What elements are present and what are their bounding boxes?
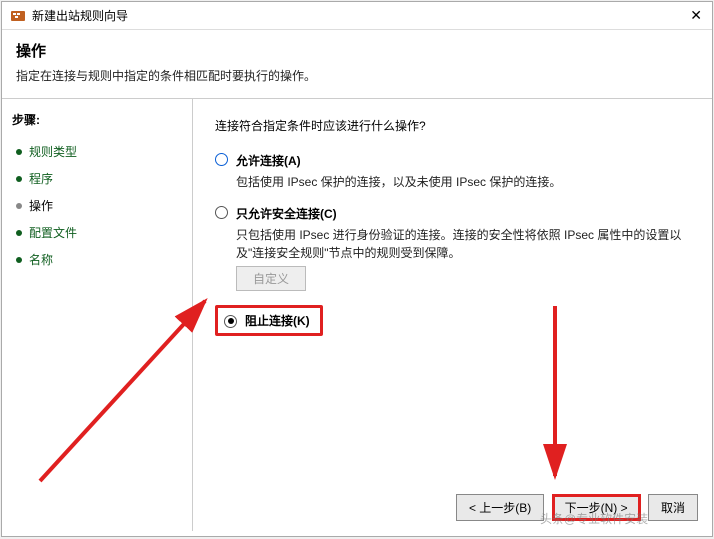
- highlight-block-option: 阻止连接(K): [215, 305, 323, 336]
- customize-button: 自定义: [236, 266, 306, 291]
- step-program[interactable]: 程序: [12, 165, 182, 192]
- content-panel: 连接符合指定条件时应该进行什么操作? 允许连接(A) 包括使用 IPsec 保护…: [192, 99, 712, 531]
- page-title: 操作: [16, 40, 698, 61]
- option-block: 阻止连接(K): [215, 305, 690, 336]
- page-description: 指定在连接与规则中指定的条件相匹配时要执行的操作。: [16, 67, 698, 84]
- step-label: 操作: [29, 197, 53, 214]
- step-label: 名称: [29, 251, 53, 268]
- radio-block[interactable]: [224, 315, 237, 328]
- radio-allow[interactable]: [215, 153, 228, 166]
- titlebar: 新建出站规则向导 ✕: [2, 2, 712, 30]
- wizard-window: 新建出站规则向导 ✕ 操作 指定在连接与规则中指定的条件相匹配时要执行的操作。 …: [1, 1, 713, 537]
- option-allow-desc: 包括使用 IPsec 保护的连接，以及未使用 IPsec 保护的连接。: [236, 173, 686, 191]
- step-name[interactable]: 名称: [12, 246, 182, 273]
- option-block-label: 阻止连接(K): [245, 312, 310, 329]
- step-profile[interactable]: 配置文件: [12, 219, 182, 246]
- back-button[interactable]: < 上一步(B): [456, 494, 544, 521]
- steps-label: 步骤:: [12, 111, 182, 128]
- option-secure-desc: 只包括使用 IPsec 进行身份验证的连接。连接的安全性将依照 IPsec 属性…: [236, 226, 686, 262]
- window-title: 新建出站规则向导: [32, 7, 128, 24]
- step-label: 配置文件: [29, 224, 77, 241]
- close-button[interactable]: ✕: [690, 7, 702, 24]
- radio-secure[interactable]: [215, 206, 228, 219]
- step-label: 规则类型: [29, 143, 77, 160]
- option-secure: 只允许安全连接(C) 只包括使用 IPsec 进行身份验证的连接。连接的安全性将…: [215, 205, 690, 291]
- body: 步骤: 规则类型 程序 操作 配置文件 名称 连接符合指定条件时应该进行什么操作…: [2, 99, 712, 531]
- option-allow-label: 允许连接(A): [236, 152, 301, 169]
- header-panel: 操作 指定在连接与规则中指定的条件相匹配时要执行的操作。: [2, 30, 712, 99]
- step-action[interactable]: 操作: [12, 192, 182, 219]
- cancel-button[interactable]: 取消: [648, 494, 698, 521]
- firewall-icon: [10, 8, 26, 24]
- option-allow: 允许连接(A) 包括使用 IPsec 保护的连接，以及未使用 IPsec 保护的…: [215, 152, 690, 191]
- option-secure-label: 只允许安全连接(C): [236, 205, 337, 222]
- question-text: 连接符合指定条件时应该进行什么操作?: [215, 117, 690, 134]
- step-rule-type[interactable]: 规则类型: [12, 138, 182, 165]
- watermark-overlay: 头条@专业软件安装: [540, 510, 648, 527]
- step-label: 程序: [29, 170, 53, 187]
- steps-sidebar: 步骤: 规则类型 程序 操作 配置文件 名称: [2, 99, 192, 531]
